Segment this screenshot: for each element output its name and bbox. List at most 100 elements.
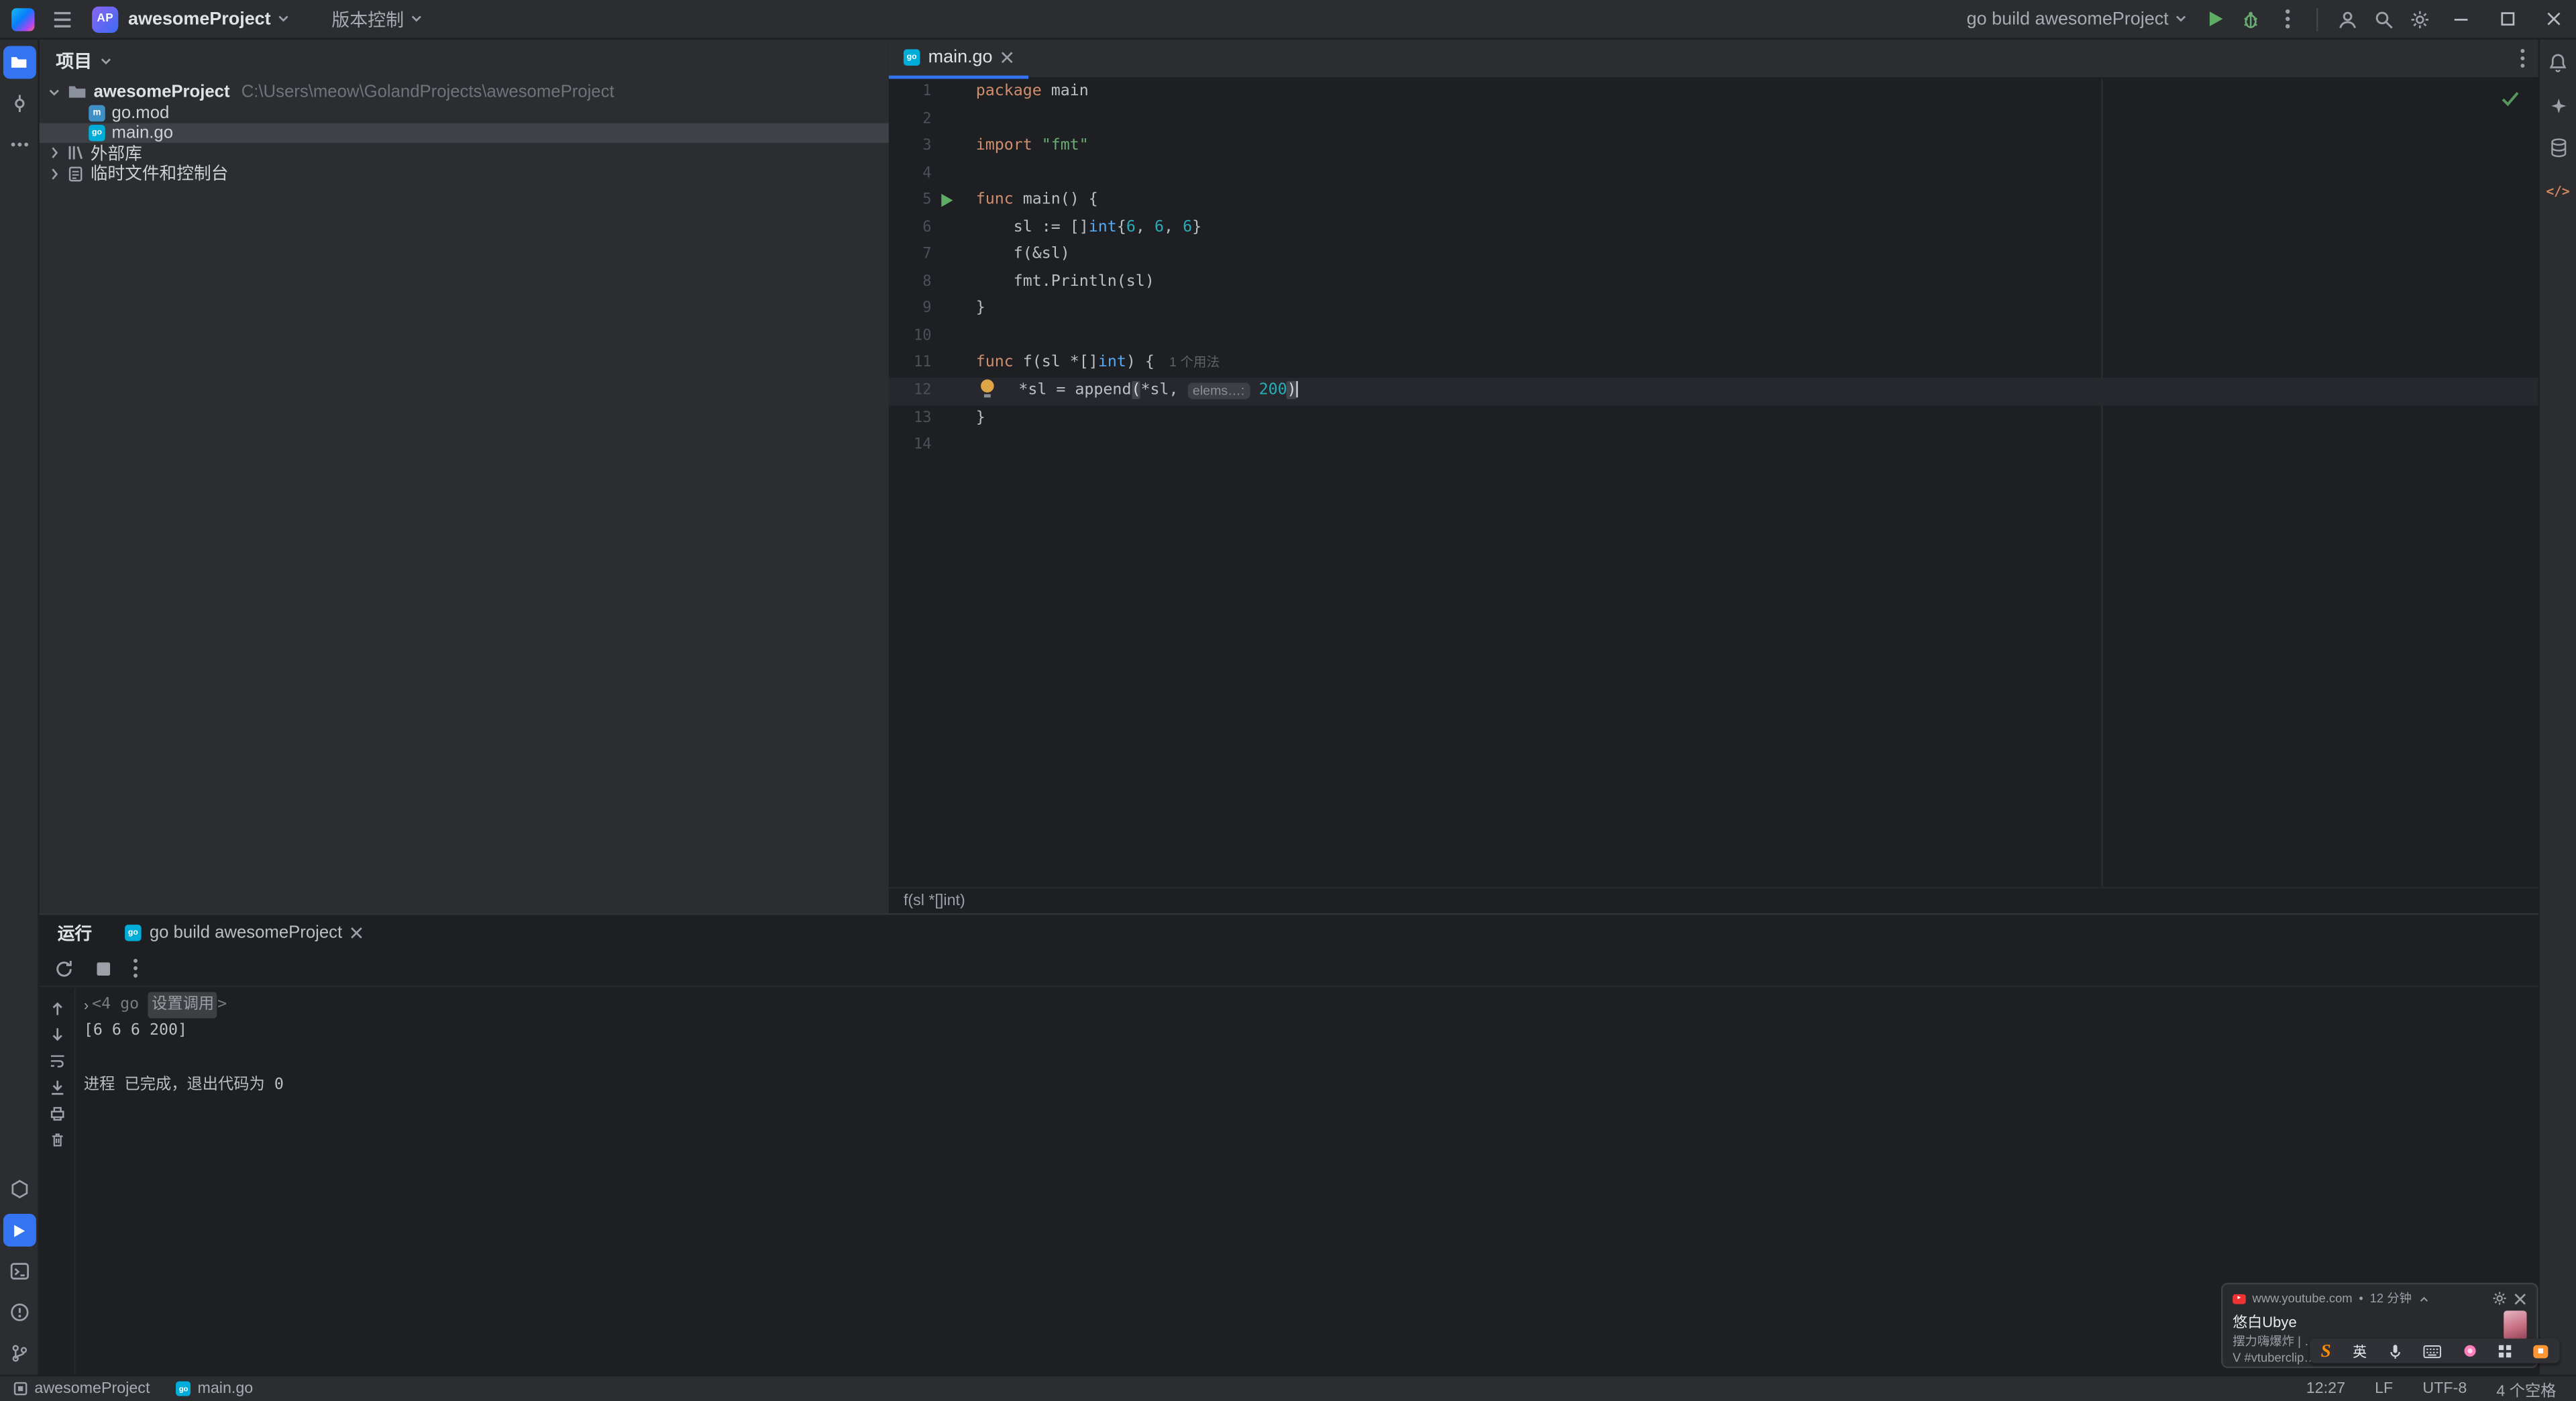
code-line-9[interactable]: 9} bbox=[889, 297, 2538, 324]
services-tool-button[interactable] bbox=[3, 1173, 36, 1206]
line-number[interactable]: 8 bbox=[889, 269, 931, 297]
line-number[interactable]: 1 bbox=[889, 79, 931, 106]
tree-row-root[interactable]: awesomeProject C:\Users\meow\GolandProje… bbox=[40, 82, 889, 102]
console-lines[interactable]: › <4 go 设置调用 > [6 6 6 200] 进程 已完成，退出代码为 0 bbox=[76, 992, 2538, 1374]
search-icon[interactable] bbox=[2366, 1, 2402, 37]
toolbox-icon[interactable] bbox=[2533, 1344, 2549, 1358]
close-icon[interactable] bbox=[350, 927, 364, 940]
line-number[interactable]: 2 bbox=[889, 106, 931, 134]
notification-close-icon[interactable] bbox=[2514, 1292, 2527, 1305]
settings-gear-icon[interactable] bbox=[2402, 1, 2438, 37]
line-number[interactable]: 4 bbox=[889, 160, 931, 188]
chevron-right-icon[interactable] bbox=[48, 147, 61, 160]
next-occurrence-icon[interactable] bbox=[48, 1027, 64, 1043]
code-line-4[interactable]: 4 bbox=[889, 160, 2538, 188]
code-line-10[interactable]: 10 bbox=[889, 323, 2538, 351]
tree-row-maingo-selected[interactable]: go main.go bbox=[39, 123, 889, 144]
line-number[interactable]: 6 bbox=[889, 215, 931, 242]
line-number[interactable]: 13 bbox=[889, 405, 932, 433]
fold-arrow-icon[interactable]: › bbox=[84, 992, 89, 1019]
run-more-kebab-icon[interactable] bbox=[133, 957, 138, 979]
line-number[interactable]: 7 bbox=[889, 242, 931, 270]
window-close-button[interactable] bbox=[2530, 0, 2576, 39]
run-gutter-icon[interactable] bbox=[941, 194, 953, 208]
code-line-12[interactable]: 12 *sl = append(*sl, elems…: 200) bbox=[888, 378, 2538, 405]
version-control-tool-button[interactable] bbox=[3, 1337, 36, 1370]
chevron-up-icon[interactable] bbox=[2418, 1295, 2430, 1302]
run-tab[interactable]: go go build awesomeProject bbox=[110, 915, 378, 951]
more-actions-icon[interactable] bbox=[2269, 1, 2305, 37]
endpoints-tool-button[interactable]: </> bbox=[2542, 174, 2575, 207]
notification-settings-gear-icon[interactable] bbox=[2492, 1291, 2507, 1306]
code-line-5[interactable]: 5 func main() { bbox=[889, 188, 2538, 215]
line-number[interactable]: 9 bbox=[889, 297, 931, 324]
code-line-6[interactable]: 6 sl := []int{6, 6, 6} bbox=[889, 215, 2538, 242]
commit-tool-button[interactable] bbox=[3, 87, 36, 120]
sogou-logo-icon[interactable]: S bbox=[2321, 1341, 2331, 1361]
prev-occurrence-icon[interactable] bbox=[48, 1000, 64, 1017]
code-line-8[interactable]: 8 fmt.Println(sl) bbox=[889, 269, 2538, 297]
print-icon[interactable] bbox=[48, 1105, 64, 1121]
status-file-widget[interactable]: go main.go bbox=[176, 1380, 253, 1398]
project-avatar[interactable]: AP bbox=[92, 5, 119, 32]
terminal-tool-button[interactable] bbox=[3, 1255, 36, 1288]
code-line-1[interactable]: 1 package main bbox=[889, 79, 2538, 106]
chevron-right-icon[interactable] bbox=[48, 167, 61, 180]
stop-button[interactable] bbox=[95, 960, 111, 976]
soft-wrap-icon[interactable] bbox=[48, 1053, 64, 1069]
encoding-widget[interactable]: UTF-8 bbox=[2422, 1380, 2467, 1398]
problems-tool-button[interactable] bbox=[3, 1296, 36, 1329]
ime-language-indicator[interactable]: 英 bbox=[2353, 1341, 2367, 1361]
vcs-widget[interactable]: 版本控制 bbox=[331, 6, 404, 32]
run-tool-button[interactable] bbox=[2, 1213, 36, 1247]
editor-options-kebab-icon[interactable] bbox=[2520, 48, 2525, 69]
microphone-icon[interactable] bbox=[2389, 1343, 2402, 1359]
indent-widget[interactable]: 4 个空格 bbox=[2496, 1378, 2556, 1400]
project-selector[interactable]: awesomeProject bbox=[128, 9, 271, 28]
tree-row-external-libraries[interactable]: 外部库 bbox=[40, 143, 889, 164]
project-tool-button[interactable] bbox=[2, 46, 36, 79]
more-tool-windows-icon[interactable] bbox=[3, 128, 36, 161]
breadcrumb[interactable]: f(sl *[]int) bbox=[888, 886, 2538, 913]
code-line-14[interactable]: 14 bbox=[889, 432, 2538, 460]
run-button[interactable] bbox=[2196, 1, 2233, 37]
code-line-2[interactable]: 2 bbox=[889, 106, 2538, 134]
gutter-slot[interactable] bbox=[932, 194, 976, 208]
editor-tab-maingo[interactable]: go main.go bbox=[888, 39, 1029, 79]
close-icon[interactable] bbox=[1001, 50, 1014, 64]
breadcrumb-function[interactable]: f(sl *[]int) bbox=[904, 892, 965, 910]
grid-menu-icon[interactable] bbox=[2497, 1343, 2512, 1358]
debug-button[interactable] bbox=[2233, 1, 2269, 37]
code-line-7[interactable]: 7 f(&sl) bbox=[889, 242, 2538, 270]
line-number[interactable]: 14 bbox=[889, 432, 932, 460]
code-line-3[interactable]: 3 import "fmt" bbox=[889, 134, 2538, 161]
clear-console-icon[interactable] bbox=[48, 1132, 64, 1148]
keyboard-icon[interactable] bbox=[2424, 1344, 2442, 1358]
caret-position-widget[interactable]: 12:27 bbox=[2306, 1380, 2345, 1398]
run-configuration-selector[interactable]: go build awesomeProject bbox=[1967, 9, 2187, 29]
tree-row-gomod[interactable]: m go.mod bbox=[40, 103, 889, 123]
intention-bulb-icon[interactable] bbox=[981, 379, 996, 398]
line-number[interactable]: 3 bbox=[889, 134, 931, 161]
tree-row-scratches[interactable]: 临时文件和控制台 bbox=[40, 164, 889, 185]
code-line-11[interactable]: 11 func f(sl *[]int) {1 个用法 bbox=[889, 351, 2538, 378]
window-minimize-button[interactable] bbox=[2438, 0, 2484, 39]
user-account-icon[interactable] bbox=[2330, 1, 2366, 37]
code-editor[interactable]: 1 package main 2 3 import "fmt" 4 5 func main()… bbox=[888, 79, 2538, 887]
code-line-13[interactable]: 13} bbox=[889, 405, 2538, 433]
ime-toolbar[interactable]: S 英 bbox=[2310, 1338, 2560, 1363]
scroll-to-end-icon[interactable] bbox=[48, 1079, 64, 1095]
main-menu-icon[interactable] bbox=[52, 11, 72, 27]
emoji-flower-icon[interactable] bbox=[2463, 1345, 2475, 1357]
rerun-button[interactable] bbox=[54, 958, 74, 978]
database-tool-button[interactable] bbox=[2542, 132, 2575, 164]
window-maximize-button[interactable] bbox=[2484, 0, 2530, 39]
status-module-widget[interactable]: awesomeProject bbox=[13, 1380, 150, 1398]
chevron-down-icon[interactable] bbox=[48, 88, 61, 96]
notifications-bell-icon[interactable] bbox=[2542, 46, 2575, 79]
line-number[interactable]: 12 bbox=[889, 378, 932, 405]
line-number[interactable]: 10 bbox=[889, 323, 932, 351]
line-separator-widget[interactable]: LF bbox=[2375, 1380, 2393, 1398]
line-number[interactable]: 5 bbox=[889, 188, 931, 215]
ai-assistant-tool-button[interactable] bbox=[2542, 89, 2575, 121]
